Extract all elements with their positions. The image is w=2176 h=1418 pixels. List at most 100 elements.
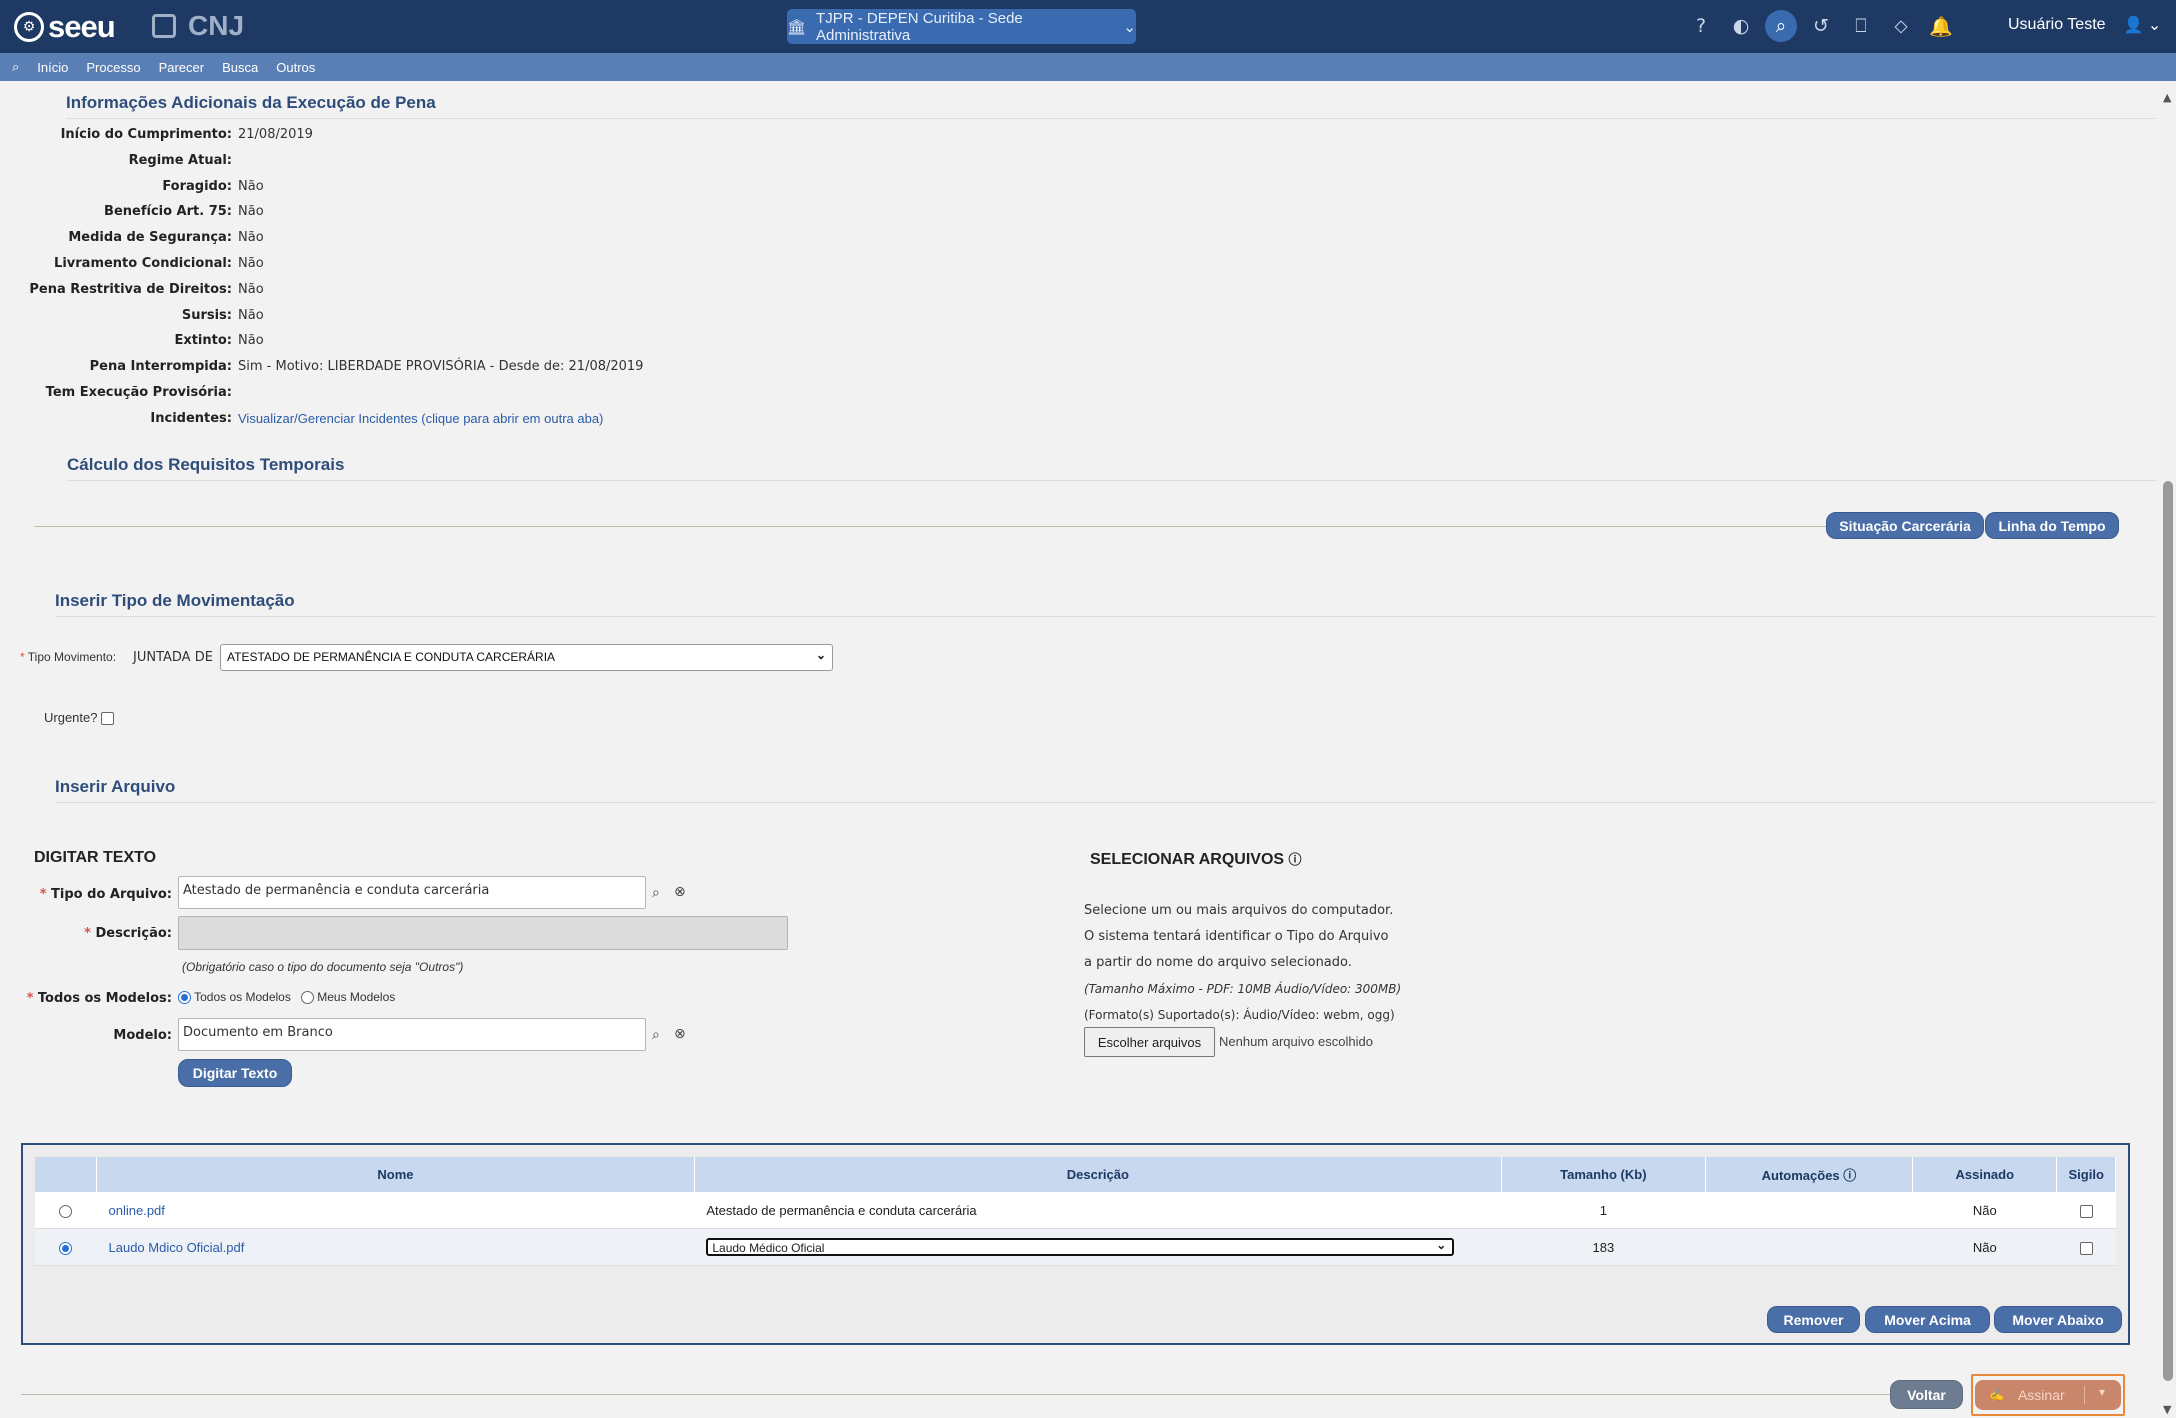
remover-button[interactable]: Remover (1767, 1306, 1860, 1333)
info-icon[interactable]: ⓘ (1843, 1168, 1856, 1183)
sigilo-checkbox[interactable] (2079, 1241, 2093, 1255)
column-header-automacoes: Automações ⓘ (1705, 1157, 1914, 1192)
menu-item-parecer[interactable]: Parecer (159, 60, 205, 75)
info-row: Extinto: Não (0, 333, 1200, 355)
pen-icon: ✍ (1989, 1388, 2004, 1402)
files-table: Nome Descrição Tamanho (Kb) Automações ⓘ… (35, 1157, 2116, 1266)
tipo-arquivo-input[interactable]: Atestado de permanência e conduta carcer… (178, 876, 646, 909)
file-name-cell: Laudo Mdico Oficial.pdf (96, 1228, 695, 1266)
divider (2084, 1386, 2085, 1404)
table-header-row: Nome Descrição Tamanho (Kb) Automações ⓘ… (35, 1157, 2116, 1192)
file-sigilo-cell (2056, 1228, 2116, 1266)
todos-modelos-radio[interactable] (178, 991, 191, 1005)
tag-icon[interactable]: ⬦ (1885, 10, 1917, 42)
user-name: Usuário Teste (2008, 16, 2106, 33)
table-row[interactable]: Laudo Mdico Oficial.pdf Laudo Médico Ofi… (35, 1228, 2116, 1266)
chevron-down-icon: ⌄ (1436, 1238, 1447, 1252)
file-name-link[interactable]: online.pdf (109, 1203, 165, 1218)
file-name-link[interactable]: Laudo Mdico Oficial.pdf (109, 1240, 245, 1255)
menu-bar: ⌕ Início Processo Parecer Busca Outros (0, 53, 2176, 81)
situacao-carceraria-button[interactable]: Situação Carcerária (1826, 512, 1984, 539)
row-select-radio[interactable] (59, 1241, 73, 1255)
bell-icon[interactable]: 🔔 (1925, 10, 1957, 42)
divider (55, 616, 2155, 617)
modelos-label: * Todos os Modelos: (26, 991, 172, 1006)
voltar-button[interactable]: Voltar (1890, 1380, 1963, 1409)
digitar-texto-button[interactable]: Digitar Texto (178, 1059, 292, 1087)
calc-section-title: Cálculo dos Requisitos Temporais (67, 455, 345, 474)
meus-modelos-radio[interactable] (300, 991, 314, 1005)
scroll-up-icon[interactable]: ▲ (2163, 91, 2171, 104)
column-header-descricao: Descrição (694, 1157, 1502, 1192)
todos-modelos-label: Todos os Modelos (194, 990, 291, 1004)
help-icon[interactable]: ? (1685, 10, 1717, 42)
scroll-down-icon[interactable]: ▼ (2163, 1403, 2171, 1416)
clear-icon[interactable]: ⊗ (674, 884, 686, 900)
caret-down-icon[interactable]: ▾ (2099, 1385, 2105, 1399)
menu-search-icon[interactable]: ⌕ (12, 59, 19, 75)
divider (67, 480, 2157, 481)
file-size-cell: 1 (1501, 1192, 1706, 1229)
incidentes-link[interactable]: Visualizar/Gerenciar Incidentes (clique … (238, 411, 603, 426)
escolher-arquivos-button[interactable]: Escolher arquivos (1084, 1027, 1215, 1057)
scroll-thumb[interactable] (2163, 481, 2173, 1381)
modelo-input[interactable]: Documento em Branco (178, 1018, 646, 1051)
sigilo-checkbox[interactable] (2079, 1204, 2093, 1218)
info-label: Incidentes: (150, 410, 232, 426)
info-row: Início do Cumprimento: 21/08/2019 (0, 127, 1200, 149)
assinar-button-focus: ✍ Assinar ▾ (1971, 1374, 2125, 1416)
history-icon[interactable]: ↺ (1805, 10, 1837, 42)
menu-item-processo[interactable]: Processo (86, 60, 140, 75)
search-icon[interactable]: ⌕ (652, 885, 660, 901)
mover-acima-button[interactable]: Mover Acima (1865, 1306, 1990, 1333)
info-label: Regime Atual: (128, 152, 232, 168)
menu-item-inicio[interactable]: Início (37, 60, 68, 75)
urgente-checkbox[interactable] (101, 712, 115, 726)
info-row: Sursis: Não (0, 308, 1200, 330)
required-marker: * (20, 650, 25, 664)
row-select-radio[interactable] (59, 1204, 73, 1218)
modelo-label: Modelo: (113, 1028, 172, 1043)
table-row[interactable]: online.pdf Atestado de permanência e con… (35, 1192, 2116, 1229)
unit-selector-label: TJPR - DEPEN Curitiba - Sede Administrat… (816, 9, 1023, 44)
file-size-cell: 183 (1501, 1228, 1706, 1266)
bookmark-icon[interactable]: ⎕ (1845, 10, 1877, 42)
linha-do-tempo-button[interactable]: Linha do Tempo (1985, 512, 2119, 539)
clear-icon[interactable]: ⊗ (674, 1026, 686, 1042)
file-description-select[interactable]: Laudo Médico Oficial ⌄ (706, 1238, 1455, 1256)
info-value: Sim - Motivo: LIBERDADE PROVISÓRIA - Des… (238, 359, 644, 375)
menu-item-outros[interactable]: Outros (276, 60, 315, 75)
unit-selector[interactable]: 🏛 TJPR - DEPEN Curitiba - Sede Administr… (787, 9, 1136, 44)
tipo-movimento-select[interactable]: ATESTADO DE PERMANÊNCIA E CONDUTA CARCER… (220, 644, 833, 671)
seeu-logo-icon: ⚙ (14, 12, 44, 42)
file-sigilo-cell (2056, 1192, 2116, 1229)
menu-item-busca[interactable]: Busca (222, 60, 258, 75)
seeu-logo[interactable]: ⚙ seeu (14, 9, 116, 45)
search-icon[interactable]: ⌕ (652, 1027, 660, 1043)
top-bar: ⚙ seeu CNJ 🏛 TJPR - DEPEN Curitiba - Sed… (0, 0, 2176, 53)
info-row: Tem Execução Provisória: (0, 385, 1200, 407)
vertical-scrollbar[interactable]: ▲ ▼ (2160, 81, 2176, 1418)
nenhum-arquivo-text: Nenhum arquivo escolhido (1219, 1034, 1373, 1049)
divider (66, 118, 2156, 119)
urgente-label: Urgente? (44, 710, 98, 725)
mover-abaixo-button[interactable]: Mover Abaixo (1994, 1306, 2122, 1333)
info-label: Sursis: (181, 307, 232, 323)
divider (55, 802, 2155, 803)
row-select-cell (35, 1192, 97, 1229)
info-row: Livramento Condicional: Não (0, 256, 1200, 278)
tipo-movimento-label: * Tipo Movimento: (20, 650, 116, 664)
info-value: 21/08/2019 (238, 127, 313, 142)
descricao-input[interactable] (178, 916, 788, 950)
assinar-label: Assinar (2017, 1387, 2065, 1403)
contrast-icon[interactable]: ◐ (1725, 10, 1757, 42)
row-select-cell (35, 1228, 97, 1266)
info-icon[interactable]: ⓘ (1289, 852, 1302, 867)
user-menu[interactable]: Usuário Teste 👤 ⌄ (2008, 15, 2161, 35)
divider (21, 1394, 1891, 1395)
descricao-label: * Descrição: (84, 926, 172, 941)
info-row: Regime Atual: (0, 153, 1200, 175)
info-label: Início do Cumprimento: (60, 127, 232, 142)
assinar-button[interactable]: ✍ Assinar ▾ (1975, 1380, 2121, 1410)
search-icon[interactable]: ⌕ (1765, 10, 1797, 42)
